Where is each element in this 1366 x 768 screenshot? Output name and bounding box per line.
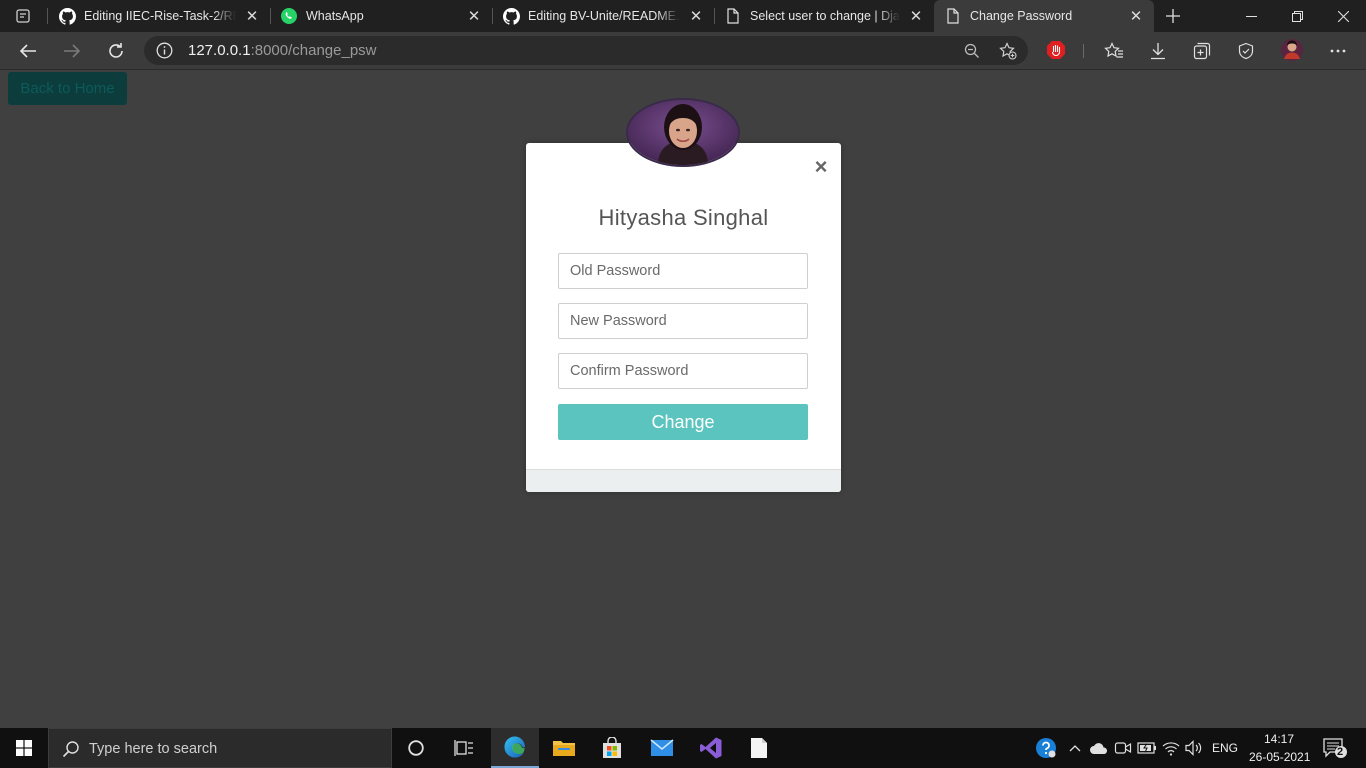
page-icon [944, 7, 962, 25]
favorites-icon[interactable] [1102, 40, 1126, 62]
change-password-modal: × Hityasha Singhal Change [526, 143, 841, 492]
visual-studio-icon[interactable] [687, 728, 735, 768]
chevron-up-icon[interactable] [1065, 738, 1085, 758]
wifi-icon[interactable] [1161, 738, 1181, 758]
tab-title: WhatsApp [306, 9, 364, 23]
browser-toolbar: 127.0.0.1:8000/change_psw [0, 32, 1366, 70]
avatar [626, 98, 740, 167]
tab-change-password[interactable]: Change Password ✕ [934, 0, 1154, 32]
info-icon[interactable] [156, 42, 173, 59]
microsoft-store-icon[interactable] [588, 728, 636, 768]
tab-title: Select user to change | Django site admi… [750, 9, 900, 23]
tab-title: Change Password [970, 9, 1073, 23]
search-placeholder: Type here to search [89, 741, 218, 757]
address-bar[interactable]: 127.0.0.1:8000/change_psw [144, 36, 1028, 65]
notification-count-badge: 2 [1337, 746, 1344, 758]
page-content: Back to Home × Hityasha Singhal Change [0, 71, 1366, 728]
collections-icon[interactable] [1190, 40, 1214, 62]
new-tab-icon[interactable] [1160, 4, 1186, 28]
close-icon[interactable]: ✕ [908, 8, 924, 25]
tab-iiec-readme[interactable]: Editing IIEC-Rise-Task-2/README.md ✕ [48, 0, 270, 32]
user-name: Hityasha Singhal [598, 205, 769, 230]
notepad-file-icon[interactable] [735, 728, 783, 768]
notification-center-icon[interactable] [1322, 737, 1348, 759]
windows-taskbar: Type here to search ENG 14:17 26-05-2021… [0, 728, 1366, 768]
forward-arrow-icon[interactable] [57, 36, 87, 66]
mail-icon[interactable] [638, 728, 686, 768]
close-icon[interactable]: × [812, 156, 830, 178]
old-password-field[interactable] [558, 253, 808, 289]
download-icon[interactable] [1146, 40, 1170, 62]
more-options-icon[interactable] [1326, 40, 1350, 62]
zoom-out-icon[interactable] [962, 41, 982, 61]
add-favorite-icon[interactable] [998, 41, 1018, 61]
onedrive-icon[interactable] [1089, 738, 1109, 758]
new-password-field[interactable] [558, 303, 808, 339]
close-icon[interactable]: ✕ [688, 8, 704, 25]
restore-icon[interactable] [1274, 0, 1320, 32]
github-icon [58, 7, 76, 25]
url-host: 127.0.0.1 [188, 42, 251, 59]
cortana-icon[interactable] [392, 728, 440, 768]
tab-strip: Editing IIEC-Rise-Task-2/README.md ✕ Wha… [0, 0, 1366, 32]
tab-bv-unite-readme[interactable]: Editing BV-Unite/README.md ✕ [492, 0, 714, 32]
taskbar-search-box[interactable]: Type here to search [48, 728, 392, 768]
close-icon[interactable]: ✕ [466, 8, 482, 25]
github-icon [502, 7, 520, 25]
tab-title: Editing IIEC-Rise-Task-2/README.md [84, 9, 236, 23]
whatsapp-icon [280, 7, 298, 25]
edge-taskbar-icon[interactable] [491, 728, 539, 768]
toolbar-separator [1083, 44, 1084, 58]
window-close-icon[interactable] [1320, 0, 1366, 32]
page-icon [724, 7, 742, 25]
confirm-password-field[interactable] [558, 353, 808, 389]
clock-time[interactable]: 14:17 [1264, 732, 1294, 746]
browser-essentials-icon[interactable] [1234, 40, 1258, 62]
close-icon[interactable]: ✕ [244, 8, 260, 25]
meet-now-icon[interactable] [1113, 738, 1133, 758]
battery-icon[interactable] [1137, 738, 1157, 758]
clock-date[interactable]: 26-05-2021 [1249, 750, 1310, 764]
language-indicator[interactable]: ENG [1212, 741, 1238, 755]
change-button[interactable]: Change [558, 404, 808, 440]
reload-icon[interactable] [101, 36, 131, 66]
tab-whatsapp[interactable]: WhatsApp ✕ [270, 0, 492, 32]
tab-django-admin[interactable]: Select user to change | Django site admi… [714, 0, 934, 32]
search-icon [62, 740, 80, 758]
back-to-home-button[interactable]: Back to Home [8, 72, 127, 105]
minimize-icon[interactable] [1228, 0, 1274, 32]
tab-actions-icon[interactable] [8, 6, 38, 26]
volume-icon[interactable] [1184, 738, 1204, 758]
url-text: 127.0.0.1:8000/change_psw [188, 42, 377, 59]
help-icon[interactable] [1035, 737, 1057, 759]
windows-start-icon[interactable] [0, 728, 48, 768]
tab-title: Editing BV-Unite/README.md [528, 9, 680, 23]
close-icon[interactable]: ✕ [1128, 8, 1144, 25]
file-explorer-icon[interactable] [540, 728, 588, 768]
back-arrow-icon[interactable] [13, 36, 43, 66]
task-view-icon[interactable] [440, 728, 488, 768]
adblock-icon[interactable] [1044, 39, 1068, 61]
url-path: :8000/change_psw [250, 42, 377, 59]
profile-avatar[interactable] [1279, 37, 1305, 63]
modal-footer [526, 469, 841, 492]
